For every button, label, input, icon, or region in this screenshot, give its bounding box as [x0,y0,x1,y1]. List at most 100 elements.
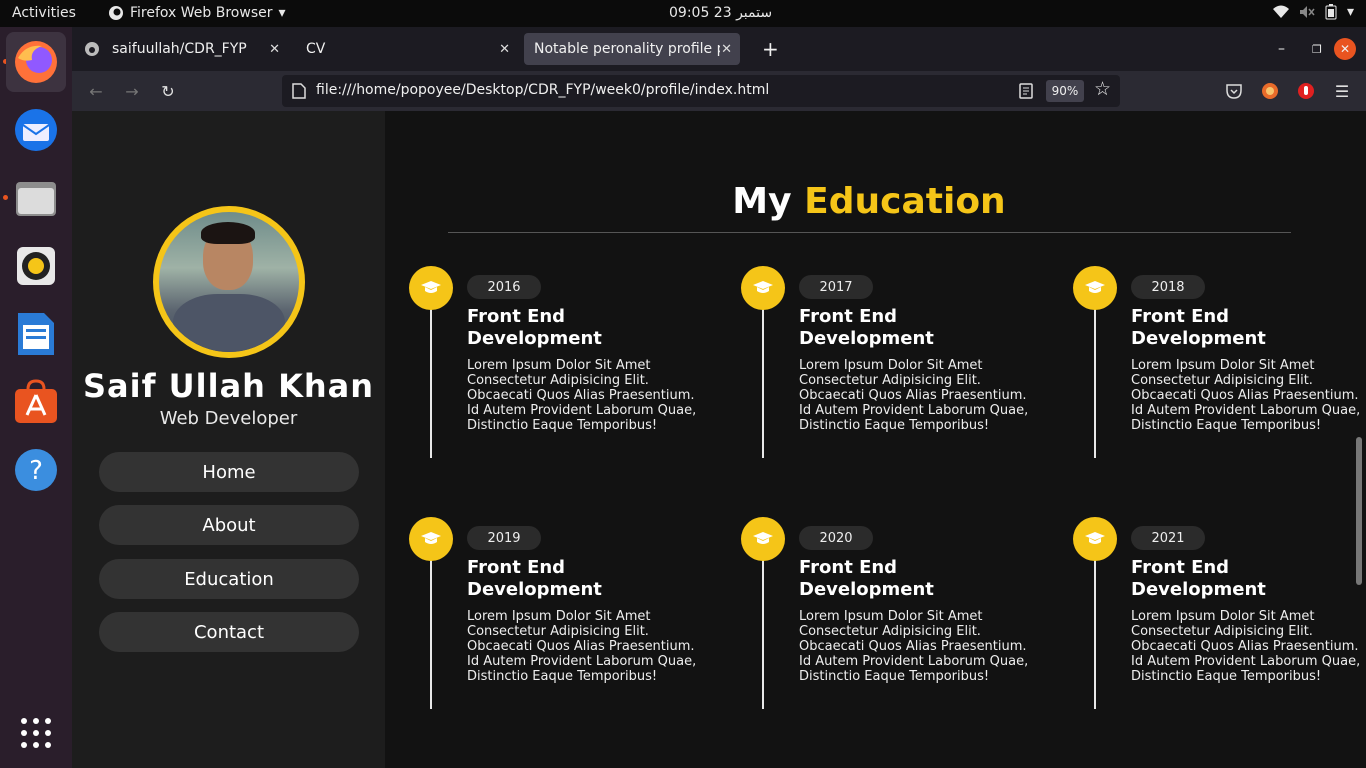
education-description: Lorem Ipsum Dolor Sit Amet Consectetur A… [799,609,1029,684]
tab-github[interactable]: saifuullah/CDR_FYP ✕ [74,33,288,65]
nav-education[interactable]: Education [99,559,359,599]
app-grid-icon [21,718,51,748]
education-year: 2017 [799,275,873,299]
tab-label: CV [306,41,326,57]
firefox-window: saifuullah/CDR_FYP ✕ CV ✕ Notable perona… [72,27,1366,768]
help-icon: ? [15,449,57,491]
section-title-accent: Education [804,181,1006,222]
zoom-level[interactable]: 90% [1046,80,1084,102]
dock-thunderbird[interactable] [6,100,66,160]
system-tray[interactable]: ▾ [1272,4,1354,20]
education-item: 2017 Front End Development Lorem Ipsum Dol… [741,266,1061,466]
section-title: My Education [385,181,1353,222]
profile-role: Web Developer [159,408,298,429]
graduation-cap-icon [741,266,785,310]
education-description: Lorem Ipsum Dolor Sit Amet Consectetur A… [799,358,1029,433]
minimize-button[interactable]: – [1268,33,1288,65]
new-tab-button[interactable]: + [752,33,782,65]
chevron-down-icon: ▾ [1346,4,1354,20]
dock-libreoffice-writer[interactable] [6,304,66,364]
education-year: 2016 [467,275,541,299]
url-bar[interactable]: file:///home/popoyee/Desktop/CDR_FYP/wee… [282,75,1120,107]
forward-button[interactable]: → [120,79,144,103]
graduation-cap-icon [741,517,785,561]
tab-label: saifuullah/CDR_FYP [112,41,247,57]
maximize-button[interactable]: ❐ [1302,33,1322,65]
chevron-down-icon: ▾ [278,5,286,21]
education-item: 2019 Front End Development Lorem Ipsum Dol… [409,517,729,717]
close-icon[interactable]: ✕ [499,42,510,57]
dock-files[interactable] [6,168,66,228]
reader-view-icon[interactable] [1019,83,1033,99]
graduation-cap-icon [1073,517,1117,561]
extension-stop-icon[interactable] [1297,82,1315,100]
document-icon [18,313,54,355]
arrow-right-icon: → [125,81,139,101]
education-title: Front End Development [1131,557,1266,600]
photo-body [173,294,285,352]
education-year: 2019 [467,526,541,550]
show-applications[interactable] [6,703,66,763]
education-item: 2016 Front End Development Lorem Ipsum Dol… [409,266,729,466]
firefox-icon [15,41,57,83]
education-description: Lorem Ipsum Dolor Sit Amet Consectetur A… [467,609,697,684]
timeline-line [430,290,432,458]
nav-home[interactable]: Home [99,452,359,492]
dock-software[interactable] [6,372,66,432]
software-store-icon [15,379,57,423]
tab-bar: saifuullah/CDR_FYP ✕ CV ✕ Notable perona… [72,27,1366,71]
graduation-cap-icon [409,517,453,561]
speaker-icon [17,247,55,285]
profile-sidebar: Saif Ullah Khan Web Developer Home About… [72,111,385,768]
dock-help[interactable]: ? [6,440,66,500]
folder-icon [16,182,56,216]
arrow-left-icon: ← [89,81,103,101]
education-item: 2021 Front End Development Lorem Ipsum Dol… [1073,517,1366,717]
education-item: 2020 Front End Development Lorem Ipsum Dol… [741,517,1061,717]
profile-photo [153,206,305,358]
maximize-icon: ❐ [1312,42,1322,56]
menu-button[interactable]: ☰ [1330,79,1354,103]
thunderbird-icon [15,109,57,151]
bookmark-star-icon[interactable]: ☆ [1094,78,1111,100]
education-year: 2018 [1131,275,1205,299]
timeline-line [762,290,764,458]
window-close-button[interactable]: ✕ [1334,38,1356,60]
graduation-cap-icon [1073,266,1117,310]
timeline-line [762,541,764,709]
nav-about[interactable]: About [99,505,359,545]
nav-contact[interactable]: Contact [99,612,359,652]
extension-fox-icon[interactable] [1261,82,1279,100]
minimize-icon: – [1278,41,1285,57]
svg-text:?: ? [29,456,43,486]
tab-label: Notable peronality profile p [534,41,720,57]
plus-icon: + [762,37,779,61]
close-icon: ✕ [1339,42,1351,56]
education-year: 2021 [1131,526,1205,550]
web-page: Saif Ullah Khan Web Developer Home About… [72,111,1366,768]
photo-hair [201,222,255,244]
education-title: Front End Development [467,306,602,349]
url-text: file:///home/popoyee/Desktop/CDR_FYP/wee… [316,82,770,98]
education-title: Front End Development [467,557,602,600]
education-title: Front End Development [799,306,934,349]
clock[interactable]: 09:05 23 ستمبر [669,5,772,21]
app-menu[interactable]: Firefox Web Browser ▾ [108,5,286,21]
dock-rhythmbox[interactable] [6,236,66,296]
reload-button[interactable]: ↻ [156,79,180,103]
dock-firefox[interactable] [6,32,66,92]
close-icon[interactable]: ✕ [269,42,280,57]
close-icon[interactable]: ✕ [721,42,732,57]
education-item: 2018 Front End Development Lorem Ipsum Dol… [1073,266,1366,466]
reload-icon: ↻ [161,81,175,101]
activities-button[interactable]: Activities [12,5,76,21]
tab-profile[interactable]: Notable peronality profile p ✕ [524,33,740,65]
timeline-line [430,541,432,709]
education-description: Lorem Ipsum Dolor Sit Amet Consectetur A… [1131,609,1361,684]
divider [448,232,1291,233]
tab-cv[interactable]: CV ✕ [296,33,518,65]
timeline-line [1094,541,1096,709]
pocket-icon[interactable] [1226,83,1242,99]
back-button[interactable]: ← [84,79,108,103]
scrollbar[interactable] [1356,437,1362,585]
